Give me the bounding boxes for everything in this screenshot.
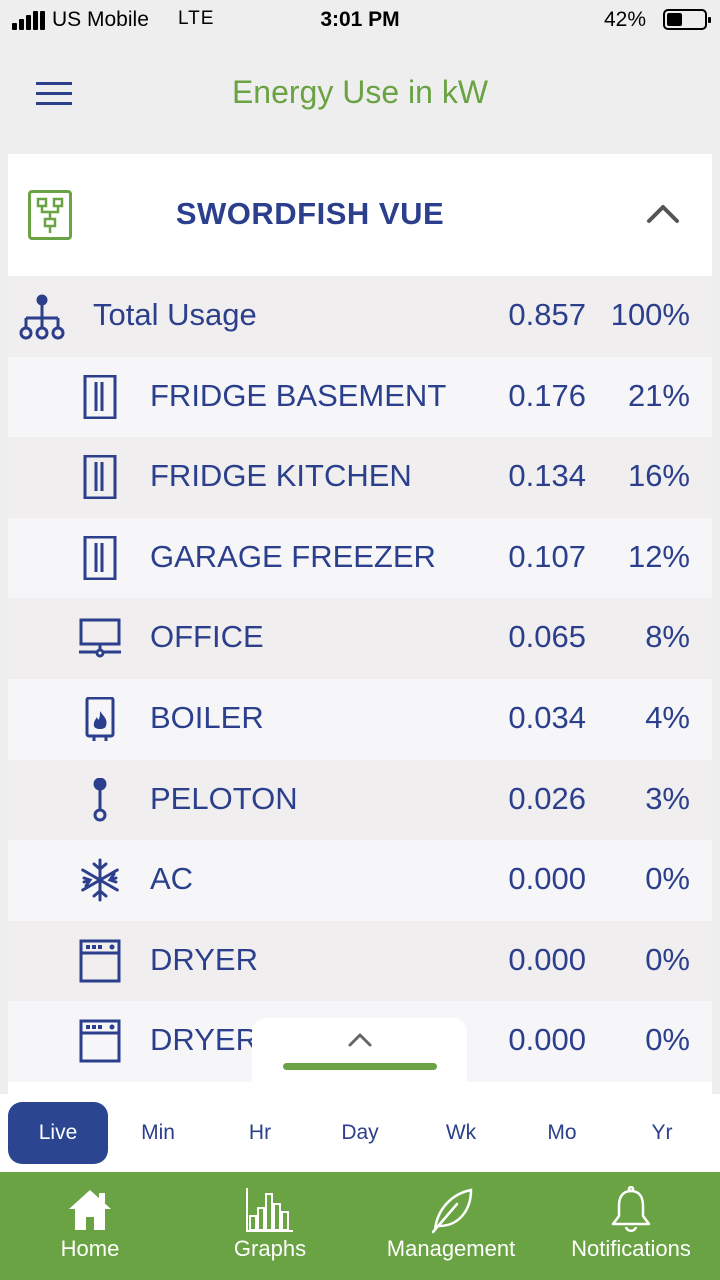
bar-chart-icon [246, 1186, 294, 1234]
device-name: SWORDFISH VUE [175, 196, 445, 231]
fridge-icon [78, 454, 122, 500]
circuit-percent: 3% [645, 780, 690, 816]
circuit-percent: 12% [627, 538, 690, 574]
tab-wk[interactable]: Wk [411, 1102, 511, 1164]
app-header: Energy Use in kW [0, 40, 720, 146]
circuit-kw: 0.065 [508, 619, 586, 655]
device-header[interactable]: SWORDFISH VUE [8, 154, 712, 276]
leaf-icon [427, 1186, 475, 1234]
circuit-row[interactable]: FRIDGE KITCHEN 0.134 16% [8, 437, 712, 518]
plug-icon [78, 777, 122, 822]
circuit-percent: 21% [627, 377, 690, 413]
tab-mo[interactable]: Mo [512, 1102, 612, 1164]
chevron-up-icon [348, 1033, 372, 1047]
circuit-kw: 0.000 [508, 941, 586, 977]
bell-icon [607, 1185, 655, 1234]
battery-icon [663, 9, 711, 30]
circuit-row[interactable]: BOILER 0.034 4% [8, 678, 712, 760]
device-card: SWORDFISH VUE Total Usage 0.857 100% FRIDGE… [8, 154, 712, 1094]
circuit-kw: 0.134 [508, 458, 586, 494]
circuit-name: OFFICE [150, 619, 264, 655]
circuit-percent: 0% [645, 941, 690, 977]
dryer-icon [78, 939, 122, 983]
circuit-row[interactable]: OFFICE 0.065 8% [8, 598, 712, 679]
circuit-name: PELOTON [150, 780, 298, 816]
nav-notifications[interactable]: Notifications [542, 1172, 720, 1280]
circuit-row[interactable]: AC 0.000 0% [8, 840, 712, 921]
snowflake-icon [78, 858, 122, 902]
fridge-icon [78, 535, 122, 581]
circuit-row[interactable]: Total Usage 0.857 100% [8, 276, 712, 357]
boiler-icon [78, 696, 122, 741]
tab-hr[interactable]: Hr [210, 1102, 310, 1164]
circuit-kw: 0.107 [508, 538, 586, 574]
circuit-percent: 4% [645, 699, 690, 735]
dryer-icon [78, 1019, 122, 1063]
circuit-kw: 0.857 [508, 297, 586, 332]
circuit-percent: 8% [645, 619, 690, 655]
circuit-row[interactable]: GARAGE FREEZER 0.107 12% [8, 517, 712, 599]
page-title: Energy Use in kW [231, 74, 489, 110]
circuit-name: AC [150, 861, 194, 897]
nav-management[interactable]: Management [360, 1172, 542, 1280]
tab-yr[interactable]: Yr [612, 1102, 712, 1164]
bottom-navigation: Home Graphs Management Notifications [0, 1172, 720, 1280]
circuit-name: FRIDGE BASEMENT [150, 377, 447, 413]
circuit-percent: 16% [627, 458, 690, 494]
time-range-tabs: Live Min Hr Day Wk Mo Yr [0, 1094, 720, 1172]
circuit-row[interactable]: DRYER 0.000 0% [8, 920, 712, 1002]
circuit-name: DRYER [150, 1022, 258, 1058]
circuit-percent: 0% [645, 1022, 690, 1058]
tab-day[interactable]: Day [310, 1102, 410, 1164]
circuit-name: DRYER [150, 941, 258, 977]
circuit-list: Total Usage 0.857 100% FRIDGE BASEMENT 0.176… [8, 276, 712, 1082]
nav-graphs[interactable]: Graphs [180, 1172, 360, 1280]
chevron-up-icon[interactable] [646, 202, 680, 224]
circuit-percent: 0% [645, 861, 690, 897]
circuit-tree-icon [18, 294, 65, 340]
nav-label: Graphs [233, 1236, 307, 1261]
circuit-name: GARAGE FREEZER [150, 538, 436, 574]
nav-label: Home [60, 1236, 120, 1261]
circuit-row[interactable]: PELOTON 0.026 3% [8, 759, 712, 841]
circuit-name: FRIDGE KITCHEN [150, 458, 412, 494]
circuit-row[interactable]: FRIDGE BASEMENT 0.176 21% [8, 356, 712, 438]
circuit-name: Total Usage [93, 297, 257, 332]
circuit-kw: 0.000 [508, 1022, 586, 1058]
nav-label: Management [386, 1236, 516, 1261]
circuit-percent: 100% [610, 297, 690, 332]
tab-live[interactable]: Live [8, 1102, 108, 1164]
home-icon [66, 1186, 114, 1234]
computer-icon [78, 616, 122, 660]
status-bar: US Mobile LTE 3:01 PM 42% [0, 0, 720, 40]
drawer-grip [283, 1063, 437, 1070]
battery-percentage: 42% [604, 8, 647, 31]
circuit-kw: 0.000 [508, 861, 586, 897]
circuit-name: BOILER [150, 699, 264, 735]
tab-min[interactable]: Min [108, 1102, 208, 1164]
circuit-kw: 0.026 [508, 780, 586, 816]
fridge-icon [78, 374, 122, 420]
drawer-handle[interactable] [252, 1018, 467, 1096]
nav-home[interactable]: Home [0, 1172, 180, 1280]
circuit-kw: 0.034 [508, 699, 586, 735]
circuit-kw: 0.176 [508, 377, 586, 413]
nav-label: Notifications [571, 1236, 691, 1261]
